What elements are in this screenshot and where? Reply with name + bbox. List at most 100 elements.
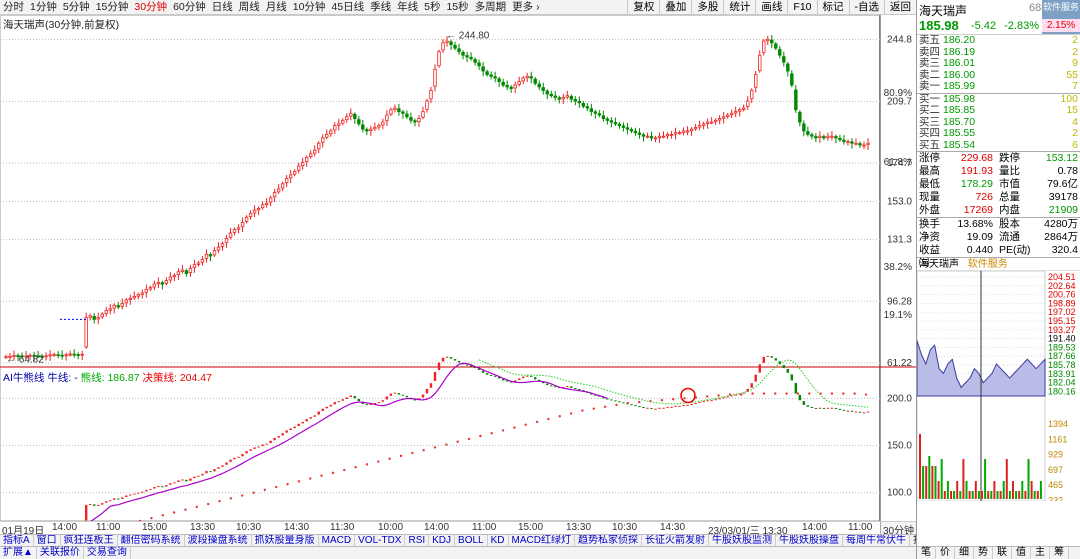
- indicator-tab[interactable]: KDJ: [429, 535, 456, 546]
- timeframe-16[interactable]: 更多 ›: [509, 0, 542, 15]
- indicator-tab[interactable]: 指标A: [0, 535, 34, 546]
- candle-body: [68, 353, 72, 356]
- tool-button-1[interactable]: 叠加: [659, 0, 691, 15]
- indicator-tab[interactable]: KD: [488, 535, 509, 546]
- mini-tab[interactable]: 细: [955, 547, 974, 559]
- indicator-tab[interactable]: MACD: [319, 535, 356, 546]
- mini-vol-label: 929: [1048, 450, 1063, 460]
- candle-body: [846, 141, 850, 143]
- timeframe-1[interactable]: 1分钟: [27, 0, 60, 15]
- mini-vol-bar: [993, 481, 996, 499]
- mini-tab[interactable]: 笔: [917, 547, 936, 559]
- bottom-tab[interactable]: 扩展▲: [0, 547, 37, 559]
- indicator-tab[interactable]: 每周牛常伏牛: [843, 535, 910, 546]
- stat-value2: 4280万: [1044, 218, 1078, 230]
- mini-tab[interactable]: 价: [936, 547, 955, 559]
- candle-body: [637, 132, 642, 135]
- mini-price-label: 180.16: [1048, 386, 1076, 396]
- indicator-tab[interactable]: 长征火箭发射: [642, 535, 709, 546]
- book-label: 买四: [919, 127, 940, 139]
- mini-vol-bar: [965, 481, 968, 499]
- candle-body: [437, 51, 441, 67]
- timeframe-9[interactable]: 10分钟: [290, 0, 329, 15]
- timeframe-2[interactable]: 5分钟: [60, 0, 93, 15]
- timeframe-12[interactable]: 年线: [394, 0, 421, 15]
- ind-candle: [786, 369, 790, 373]
- timeframe-0[interactable]: 分时: [0, 0, 27, 15]
- ind-candle: [686, 404, 689, 406]
- tool-button-5[interactable]: F10: [787, 0, 816, 15]
- indicator-tab[interactable]: BOLL: [455, 535, 488, 546]
- indicator-tab[interactable]: 趋势私家侦探: [575, 535, 642, 546]
- decision-dot: [297, 480, 301, 483]
- candle-body: [224, 237, 229, 243]
- timeframe-4[interactable]: 30分钟: [131, 0, 170, 15]
- timeframe-14[interactable]: 15秒: [443, 0, 471, 15]
- book-row: 卖一 185.99 7: [917, 80, 1080, 93]
- ind-candle: [782, 365, 786, 369]
- decision-dot: [830, 392, 834, 395]
- ind-candle: [646, 407, 649, 409]
- mini-tab[interactable]: 主: [1031, 547, 1050, 559]
- mini-tab[interactable]: 势: [974, 547, 993, 559]
- mini-tab[interactable]: 值: [1012, 547, 1031, 559]
- indicator-tab[interactable]: MACD红绿灯: [509, 535, 575, 546]
- indicator-tab[interactable]: 波段操盘系统: [185, 535, 252, 546]
- candle-body: [545, 90, 549, 95]
- indicator-tab[interactable]: 牛股妖股操盘: [776, 535, 843, 546]
- decision-dot: [286, 482, 289, 486]
- indicator-tab[interactable]: RSI: [405, 535, 430, 546]
- mini-vol-bar: [940, 459, 943, 499]
- indicator-tab[interactable]: 抓妖股量身版: [252, 535, 319, 546]
- timeframe-5[interactable]: 60分钟: [170, 0, 209, 15]
- tool-button-2[interactable]: 多股: [691, 0, 723, 15]
- mini-tab[interactable]: 联: [993, 547, 1012, 559]
- tool-button-0[interactable]: 复权: [627, 0, 659, 15]
- timeframe-15[interactable]: 多周期: [472, 0, 510, 15]
- mini-vol-bar: [990, 491, 993, 499]
- candle-body: [461, 51, 465, 56]
- candle-body: [276, 188, 281, 193]
- timeframe-11[interactable]: 季线: [367, 0, 394, 15]
- tool-button-3[interactable]: 统计: [723, 0, 755, 15]
- indicator-tab[interactable]: 翻倍密码系统: [118, 535, 185, 546]
- mini-vol-bar: [919, 434, 921, 499]
- indicator-tab[interactable]: 疯狂连板王: [61, 535, 118, 546]
- stats-block-2: 换手 13.68% 股本 4280万 净资 19.09 流通 2864万 收益㈢ 0.440 PE(…: [917, 218, 1080, 269]
- candle-body: [806, 131, 810, 135]
- indicator-tab[interactable]: 牛股妖股监测: [709, 535, 776, 546]
- bottom-tab[interactable]: 交易查询: [84, 547, 131, 559]
- ind-candle: [437, 362, 441, 370]
- chart-area: 244.8 209.7 174.7 153.0 131.3 96.28 61.22 80.9%…: [0, 15, 916, 556]
- stat-row: 最低 178.29 市值 79.6亿: [917, 178, 1080, 191]
- mini-vol-bar: [1012, 481, 1014, 499]
- pct-tick-label: 80.9%: [884, 88, 912, 99]
- timeframe-7[interactable]: 周线: [236, 0, 263, 15]
- book-label: 卖五: [919, 34, 940, 46]
- timeframe-8[interactable]: 月线: [263, 0, 290, 15]
- tool-button-7[interactable]: -自选: [848, 0, 885, 15]
- candle-body: [345, 116, 349, 121]
- ind-candle: [826, 407, 830, 409]
- candle-body: [790, 73, 794, 86]
- sector-badge[interactable]: 软件服务 2.15%: [1042, 0, 1080, 34]
- bottom-tab[interactable]: 关联报价: [37, 547, 84, 559]
- indicator-tab[interactable]: 窗口: [34, 535, 61, 546]
- tool-button-8[interactable]: 返回: [884, 0, 916, 15]
- ind-candle: [273, 437, 276, 441]
- mini-tab[interactable]: 筹: [1050, 547, 1069, 559]
- tool-button-4[interactable]: 画线: [755, 0, 787, 15]
- tool-button-6[interactable]: 标记: [816, 0, 849, 15]
- book-qty: 6: [1072, 138, 1078, 151]
- book-row: 卖三 186.01 9: [917, 57, 1080, 70]
- candle-body: [56, 354, 60, 357]
- mini-vol-bar: [1030, 481, 1033, 499]
- timeframe-3[interactable]: 15分钟: [93, 0, 132, 15]
- candle-body: [633, 130, 638, 134]
- timeframe-13[interactable]: 5秒: [421, 0, 443, 15]
- candle-body: [405, 113, 409, 118]
- timeframe-6[interactable]: 日线: [209, 0, 236, 15]
- candle-body: [529, 76, 533, 79]
- indicator-tab[interactable]: VOL-TDX: [355, 535, 406, 546]
- timeframe-10[interactable]: 45日线: [328, 0, 367, 15]
